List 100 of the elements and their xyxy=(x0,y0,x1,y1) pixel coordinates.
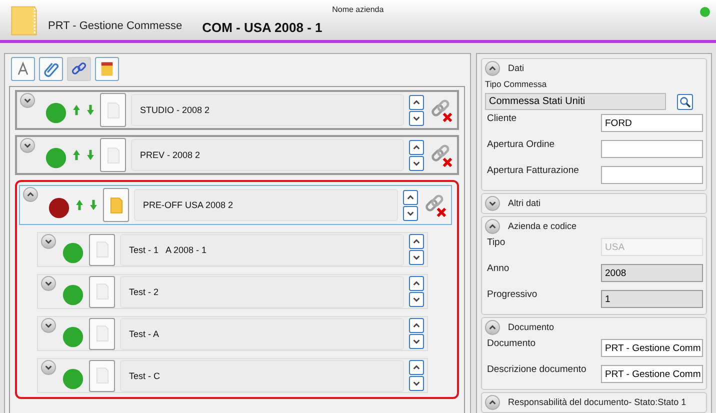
document-icon xyxy=(106,146,120,164)
caret-icon xyxy=(488,64,497,72)
field-label: Tipo xyxy=(487,237,506,248)
task-row[interactable]: Test - A xyxy=(37,316,428,351)
collapse-button[interactable] xyxy=(485,394,500,410)
move-up-icon[interactable] xyxy=(75,199,84,211)
move-down-icon[interactable] xyxy=(86,149,95,161)
document-button[interactable] xyxy=(100,138,126,172)
up-button[interactable] xyxy=(409,140,424,154)
task-row[interactable]: PRE-OFF USA 2008 2 xyxy=(19,185,452,225)
document-button[interactable] xyxy=(89,318,115,350)
input-field[interactable]: PRT - Gestione Comm xyxy=(601,365,703,383)
caret-icon xyxy=(44,279,53,288)
expand-button[interactable] xyxy=(41,234,56,249)
collapse-button[interactable] xyxy=(485,218,500,234)
unlink-icon[interactable] xyxy=(429,143,453,167)
input-field[interactable]: 1 xyxy=(601,290,703,308)
attachment-button[interactable] xyxy=(39,57,63,81)
input-field[interactable] xyxy=(601,166,703,184)
app-title: PRT - Gestione Commesse xyxy=(48,20,182,32)
document-button[interactable] xyxy=(89,360,115,392)
down-button[interactable] xyxy=(403,206,418,220)
input-field[interactable]: FORD xyxy=(601,114,703,132)
caret-icon xyxy=(488,322,497,332)
search-button[interactable] xyxy=(677,94,693,110)
task-title: PREV - 2008 2 xyxy=(131,139,404,171)
move-up-icon[interactable] xyxy=(72,149,81,161)
task-title: STUDIO - 2008 2 xyxy=(131,94,404,126)
company-label: Nome azienda xyxy=(332,5,384,14)
task-row[interactable]: PREV - 2008 2 xyxy=(15,135,459,175)
move-up-icon[interactable] xyxy=(72,104,81,116)
caret-icon xyxy=(44,363,53,372)
expand-button[interactable] xyxy=(20,93,35,108)
down-button[interactable] xyxy=(409,156,424,170)
input-field[interactable] xyxy=(601,140,703,158)
search-icon xyxy=(679,96,691,108)
document-icon xyxy=(110,196,122,214)
caret-icon xyxy=(44,237,53,246)
input-field[interactable]: PRT - Gestione Comm xyxy=(601,339,703,357)
field-label: Tipo Commessa xyxy=(485,79,548,89)
section-title: Responsabilità del documento- Stato:Stato 1 xyxy=(508,397,686,407)
expand-button[interactable] xyxy=(23,187,38,202)
down-button[interactable] xyxy=(409,110,424,126)
document-icon xyxy=(106,102,120,118)
document-icon xyxy=(96,241,108,258)
up-button[interactable] xyxy=(409,94,424,110)
document-icon xyxy=(96,283,108,300)
caret-icon xyxy=(23,96,32,105)
document-button[interactable] xyxy=(89,234,115,266)
document-icon xyxy=(96,367,108,384)
record-title: COM - USA 2008 - 1 xyxy=(202,20,322,35)
link-button[interactable] xyxy=(67,57,91,81)
down-button[interactable] xyxy=(409,250,424,265)
up-button[interactable] xyxy=(409,360,424,375)
field-label: Apertura Ordine xyxy=(487,139,555,150)
task-title: Test - 2 xyxy=(120,276,404,308)
unlink-icon[interactable] xyxy=(423,193,447,217)
section-title: Azienda e codice xyxy=(508,221,577,231)
down-button[interactable] xyxy=(409,376,424,391)
up-button[interactable] xyxy=(409,276,424,291)
text-tool-button[interactable] xyxy=(11,57,35,81)
unlink-icon[interactable] xyxy=(429,98,453,122)
caret-icon xyxy=(488,398,497,406)
task-row[interactable]: STUDIO - 2008 2 xyxy=(15,90,459,130)
caret-icon xyxy=(44,321,53,330)
section-title: Dati xyxy=(508,63,524,73)
field-label: Anno xyxy=(487,263,510,274)
document-button[interactable] xyxy=(103,188,129,222)
collapse-button[interactable] xyxy=(485,320,500,334)
caret-icon xyxy=(488,222,497,230)
expand-button[interactable] xyxy=(41,360,56,375)
paperclip-icon xyxy=(42,60,60,78)
down-button[interactable] xyxy=(409,334,424,349)
collapse-button[interactable] xyxy=(485,60,500,76)
caret-icon xyxy=(26,190,35,199)
down-button[interactable] xyxy=(409,292,424,307)
expand-button[interactable] xyxy=(41,318,56,333)
move-down-icon[interactable] xyxy=(86,104,95,116)
field-label: Cliente xyxy=(487,113,517,124)
input-field[interactable]: 2008 xyxy=(601,264,703,282)
up-button[interactable] xyxy=(409,318,424,333)
move-down-icon[interactable] xyxy=(89,199,98,211)
task-row[interactable]: Test - 1 A 2008 - 1 xyxy=(37,232,428,267)
section-title: Documento xyxy=(508,322,554,332)
field-label: Progressivo xyxy=(487,289,538,300)
task-title: Test - 1 A 2008 - 1 xyxy=(120,234,404,266)
task-title: PRE-OFF USA 2008 2 xyxy=(134,189,398,221)
lookup-field[interactable]: Commessa Stati Uniti xyxy=(485,93,666,110)
expand-button[interactable] xyxy=(20,138,35,153)
task-row[interactable]: Test - 2 xyxy=(37,274,428,309)
up-button[interactable] xyxy=(409,234,424,249)
document-button[interactable] xyxy=(100,93,126,127)
field-label: Descrizione documento xyxy=(487,364,586,375)
up-button[interactable] xyxy=(403,190,418,204)
caret-icon xyxy=(488,198,497,208)
document-button[interactable] xyxy=(89,276,115,308)
task-row[interactable]: Test - C xyxy=(37,358,428,393)
expand-button[interactable] xyxy=(41,276,56,291)
notepad-button[interactable] xyxy=(95,57,119,81)
collapse-button[interactable] xyxy=(485,196,500,210)
